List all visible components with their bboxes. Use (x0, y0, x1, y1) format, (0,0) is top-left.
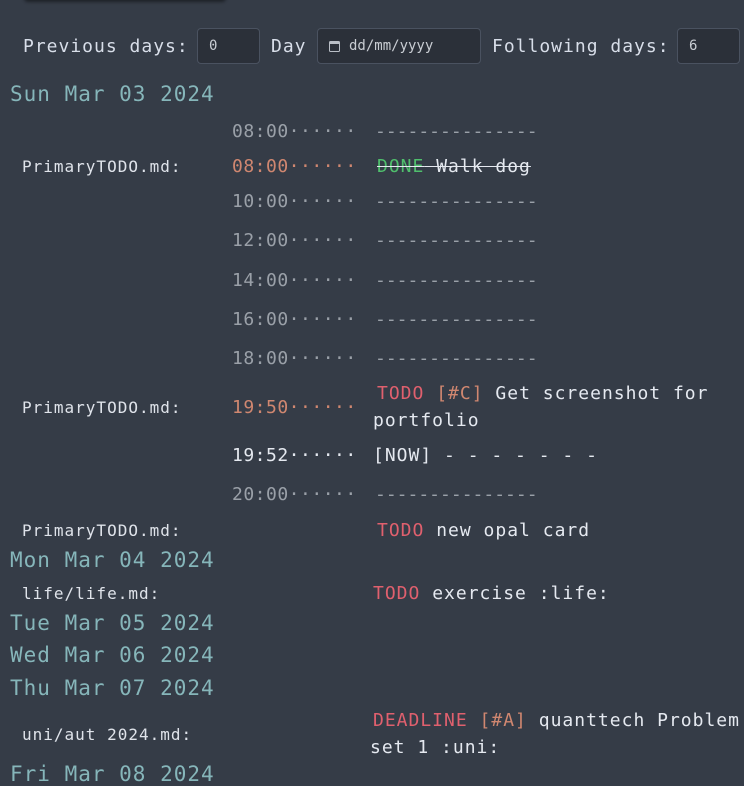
date-header-wed: Wed Mar 06 2024 (10, 643, 215, 667)
grid-line: --------------- (375, 484, 538, 505)
item-text: TODO exercise :life: (373, 580, 733, 607)
todo-keyword: TODO (377, 520, 425, 541)
date-header-fri: Fri Mar 08 2024 (10, 762, 215, 786)
file-label[interactable]: life/life.md: (22, 584, 160, 603)
date-header-thu: Thu Mar 07 2024 (10, 676, 215, 700)
grid-line: --------------- (375, 270, 538, 291)
previous-days-input[interactable]: 0 (197, 28, 260, 64)
grid-line: --------------- (375, 348, 538, 369)
item-text: DEADLINE [#A] quanttech Problem set 1 :u… (370, 707, 740, 761)
day-date-placeholder: dd/mm/yyyy (349, 38, 434, 54)
file-label[interactable]: uni/aut 2024.md: (22, 725, 192, 744)
priority-tag: [#C] (436, 383, 484, 404)
calendar-icon[interactable] (329, 40, 340, 52)
item-time: 19:50······ (232, 397, 357, 418)
todo-keyword: TODO (377, 383, 425, 404)
day-label: Day (271, 36, 307, 57)
item-title: exercise :life: (432, 583, 610, 604)
item-text: TODO new opal card (377, 517, 737, 544)
item-title: new opal card (436, 520, 591, 541)
agenda-controls: Previous days: 0 Day dd/mm/yyyy Followin… (0, 28, 744, 66)
grid-time: 12:00······ (232, 230, 357, 251)
following-days-label: Following days: (492, 36, 670, 57)
following-days-input[interactable]: 6 (677, 28, 740, 64)
grid-line: --------------- (375, 121, 538, 142)
grid-time: 08:00······ (232, 121, 357, 142)
item-time: 08:00······ (232, 156, 357, 177)
item-text: DONE Walk dog (377, 153, 737, 180)
grid-line: --------------- (375, 309, 538, 330)
file-label[interactable]: PrimaryTODO.md: (22, 521, 182, 540)
file-label[interactable]: PrimaryTODO.md: (22, 157, 182, 176)
grid-time: 18:00······ (232, 348, 357, 369)
item-title: Walk dog (424, 156, 531, 177)
previous-days-label: Previous days: (23, 36, 189, 57)
grid-line: --------------- (375, 230, 538, 251)
date-header-mon: Mon Mar 04 2024 (10, 548, 215, 572)
date-header-tue: Tue Mar 05 2024 (10, 611, 215, 635)
file-label[interactable]: PrimaryTODO.md: (22, 398, 182, 417)
deadline-keyword: DEADLINE (373, 710, 468, 731)
grid-time: 14:00······ (232, 270, 357, 291)
todo-keyword: TODO (373, 583, 421, 604)
now-marker: [NOW] - - - - - - - (373, 445, 598, 466)
grid-time: 10:00······ (232, 191, 357, 212)
grid-time: 20:00······ (232, 484, 357, 505)
now-time: 19:52······ (232, 445, 357, 466)
date-header-sun: Sun Mar 03 2024 (10, 82, 215, 106)
priority-tag: [#A] (479, 710, 527, 731)
grid-line: --------------- (375, 191, 538, 212)
day-date-input[interactable]: dd/mm/yyyy (317, 28, 481, 64)
item-title: Get screenshot for portfolio (373, 383, 709, 431)
done-keyword: DONE (377, 156, 425, 177)
item-text: TODO [#C] Get screenshot for portfolio (373, 380, 743, 434)
grid-time: 16:00······ (232, 309, 357, 330)
